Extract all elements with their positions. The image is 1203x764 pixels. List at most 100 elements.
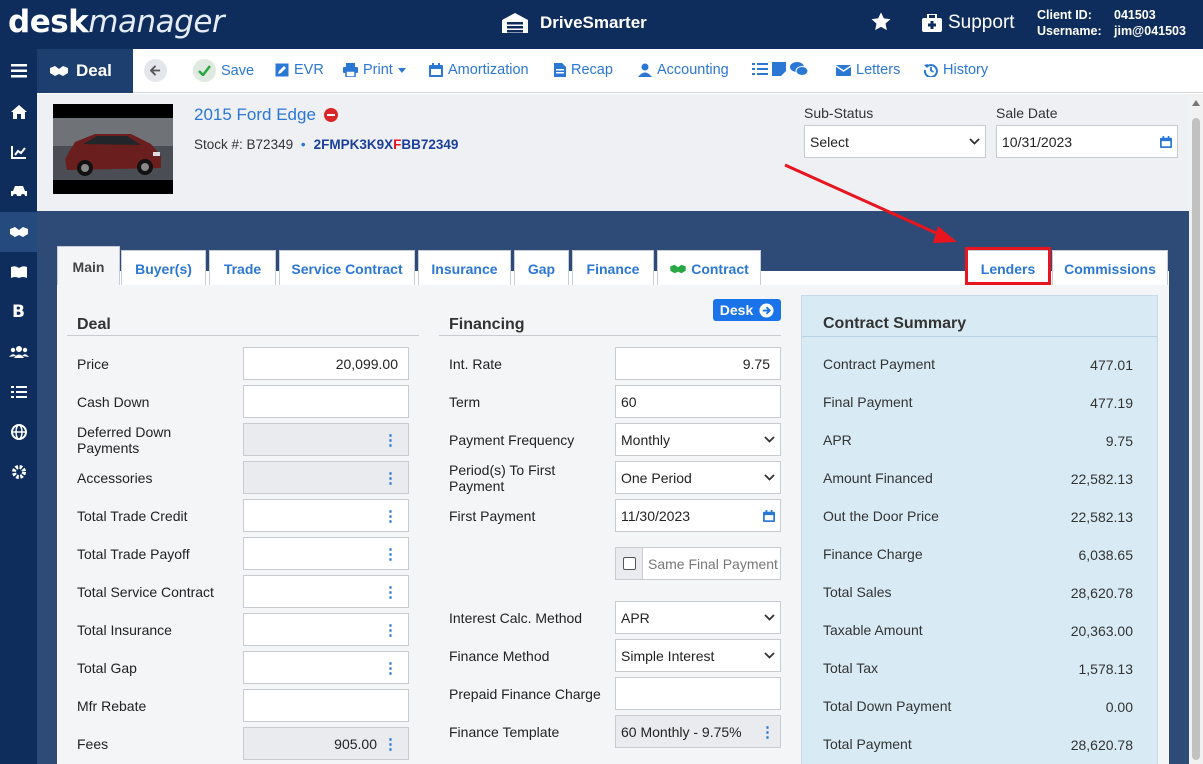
more-vertical-icon[interactable]: ⋮ <box>760 723 775 741</box>
more-vertical-icon[interactable]: ⋮ <box>383 545 398 563</box>
more-vertical-icon[interactable]: ⋮ <box>383 659 398 677</box>
gap-label: Total Gap <box>77 660 137 676</box>
b-icon[interactable]: B <box>0 292 37 332</box>
term-input[interactable]: 60 <box>615 385 781 418</box>
summary-row-label: Taxable Amount <box>823 622 923 638</box>
trade-payoff-input[interactable]: ⋮ <box>243 537 409 570</box>
deferred-down-label: Deferred Down Payments <box>77 424 172 456</box>
letters-button[interactable]: Letters <box>836 62 900 78</box>
book-icon[interactable] <box>0 252 37 292</box>
first-payment-input[interactable]: 11/30/2023 <box>615 499 781 532</box>
settings-icon[interactable] <box>0 452 37 492</box>
fees-input[interactable]: 905.00 ⋮ <box>243 727 409 760</box>
more-vertical-icon[interactable]: ⋮ <box>383 431 398 449</box>
prepaid-finance-charge-input[interactable] <box>615 677 781 710</box>
cash-down-input[interactable] <box>243 385 409 418</box>
tab-trade[interactable]: Trade <box>209 250 276 286</box>
minus-circle-icon[interactable] <box>323 108 338 122</box>
sale-date-label: Sale Date <box>996 105 1058 121</box>
tab-main[interactable]: Main <box>57 246 120 286</box>
tab-service-contract[interactable]: Service Contract <box>279 250 415 286</box>
same-final-payment-field[interactable]: Same Final Payment <box>615 547 781 580</box>
app-logo[interactable]: deskmanager <box>8 4 225 40</box>
chart-icon[interactable] <box>0 132 37 172</box>
vin-prefix: 2FMPK3K9X <box>313 137 394 152</box>
scrollbar-thumb[interactable] <box>1192 118 1200 760</box>
summary-row-label: Total Sales <box>823 584 892 600</box>
tab-buyers[interactable]: Buyer(s) <box>121 250 206 286</box>
vin-number[interactable]: 2FMPK3K9XFBB72349 <box>314 137 459 152</box>
deferred-down-input[interactable]: ⋮ <box>243 423 409 456</box>
accessories-input[interactable]: ⋮ <box>243 461 409 494</box>
page-scrollbar[interactable] <box>1189 94 1203 764</box>
tab-commissions[interactable]: Commissions <box>1052 250 1168 286</box>
evr-button[interactable]: EVR <box>275 62 324 78</box>
support-link[interactable]: Support <box>922 12 1015 34</box>
periods-to-first-payment-value: One Period <box>621 469 692 486</box>
calendar-icon[interactable] <box>1160 135 1172 148</box>
periods-to-first-payment-select[interactable]: One Period <box>615 461 781 494</box>
contract-summary-divider <box>802 336 1157 337</box>
history-button[interactable]: History <box>924 62 988 78</box>
username-value: jim@041503 <box>1114 24 1186 38</box>
vehicle-photo[interactable] <box>53 104 173 194</box>
substatus-label: Sub-Status <box>804 105 874 121</box>
payment-frequency-select[interactable]: Monthly <box>615 423 781 456</box>
desk-button[interactable]: Desk <box>713 299 781 321</box>
more-vertical-icon[interactable]: ⋮ <box>383 621 398 639</box>
back-button[interactable] <box>144 59 167 82</box>
contract-summary: Contract Summary Contract Payment 477.01 … <box>801 295 1158 764</box>
calendar-icon[interactable] <box>763 509 775 522</box>
trade-credit-input[interactable]: ⋮ <box>243 499 409 532</box>
users-icon[interactable] <box>0 332 37 372</box>
more-vertical-icon[interactable]: ⋮ <box>383 507 398 525</box>
fees-label: Fees <box>77 736 109 752</box>
amortization-label: Amortization <box>448 62 529 78</box>
recap-button[interactable]: Recap <box>554 62 613 78</box>
gap-input[interactable]: ⋮ <box>243 651 409 684</box>
insurance-input[interactable]: ⋮ <box>243 613 409 646</box>
service-contract-input[interactable]: ⋮ <box>243 575 409 608</box>
print-button[interactable]: Print <box>343 62 406 78</box>
substatus-select[interactable]: Select <box>804 125 986 158</box>
payment-frequency-label: Payment Frequency <box>449 432 575 448</box>
int-rate-input[interactable]: 9.75 <box>615 347 781 380</box>
content-frame-right <box>1169 271 1189 764</box>
tab-buyers-label: Buyer(s) <box>135 260 192 277</box>
scroll-up-icon[interactable] <box>1192 100 1200 106</box>
tab-finance[interactable]: Finance <box>572 250 654 286</box>
home-icon[interactable] <box>0 92 37 132</box>
mfr-rebate-input[interactable] <box>243 689 409 722</box>
mfr-rebate-label: Mfr Rebate <box>77 698 147 714</box>
menu-icon[interactable] <box>0 51 37 91</box>
car-icon[interactable] <box>0 172 37 212</box>
price-input[interactable]: 20,099.00 <box>243 347 409 380</box>
tasks-notes-chat-buttons[interactable] <box>752 62 808 76</box>
tab-contract[interactable]: Contract <box>657 250 761 286</box>
star-icon[interactable] <box>870 11 892 33</box>
tab-insurance[interactable]: Insurance <box>418 250 511 286</box>
finance-template-input[interactable]: 60 Monthly - 9.75% ⋮ <box>615 715 781 748</box>
tab-gap[interactable]: Gap <box>514 250 569 286</box>
interest-calc-select[interactable]: APR <box>615 601 781 634</box>
tab-gap-label: Gap <box>527 260 556 277</box>
summary-row-value: 0.00 <box>1105 699 1133 715</box>
deal-section-tab[interactable]: Deal <box>37 49 133 93</box>
checklist-icon[interactable] <box>0 372 37 412</box>
more-vertical-icon[interactable]: ⋮ <box>383 583 398 601</box>
same-final-payment-checkbox[interactable] <box>622 557 636 570</box>
accounting-label: Accounting <box>657 62 729 78</box>
int-rate-label: Int. Rate <box>449 356 502 372</box>
vehicle-title[interactable]: 2015 Ford Edge <box>194 105 338 125</box>
trade-credit-label: Total Trade Credit <box>77 508 188 524</box>
globe-icon[interactable] <box>0 412 37 452</box>
sale-date-input[interactable]: 10/31/2023 <box>996 125 1178 158</box>
finance-method-select[interactable]: Simple Interest <box>615 639 781 672</box>
accounting-button[interactable]: Accounting <box>638 62 729 78</box>
handshake-icon[interactable] <box>0 212 37 252</box>
save-button[interactable]: Save <box>193 59 254 82</box>
more-vertical-icon[interactable]: ⋮ <box>383 735 398 753</box>
tab-trade-label: Trade <box>223 260 262 277</box>
amortization-button[interactable]: Amortization <box>429 62 529 78</box>
more-vertical-icon[interactable]: ⋮ <box>383 469 398 487</box>
